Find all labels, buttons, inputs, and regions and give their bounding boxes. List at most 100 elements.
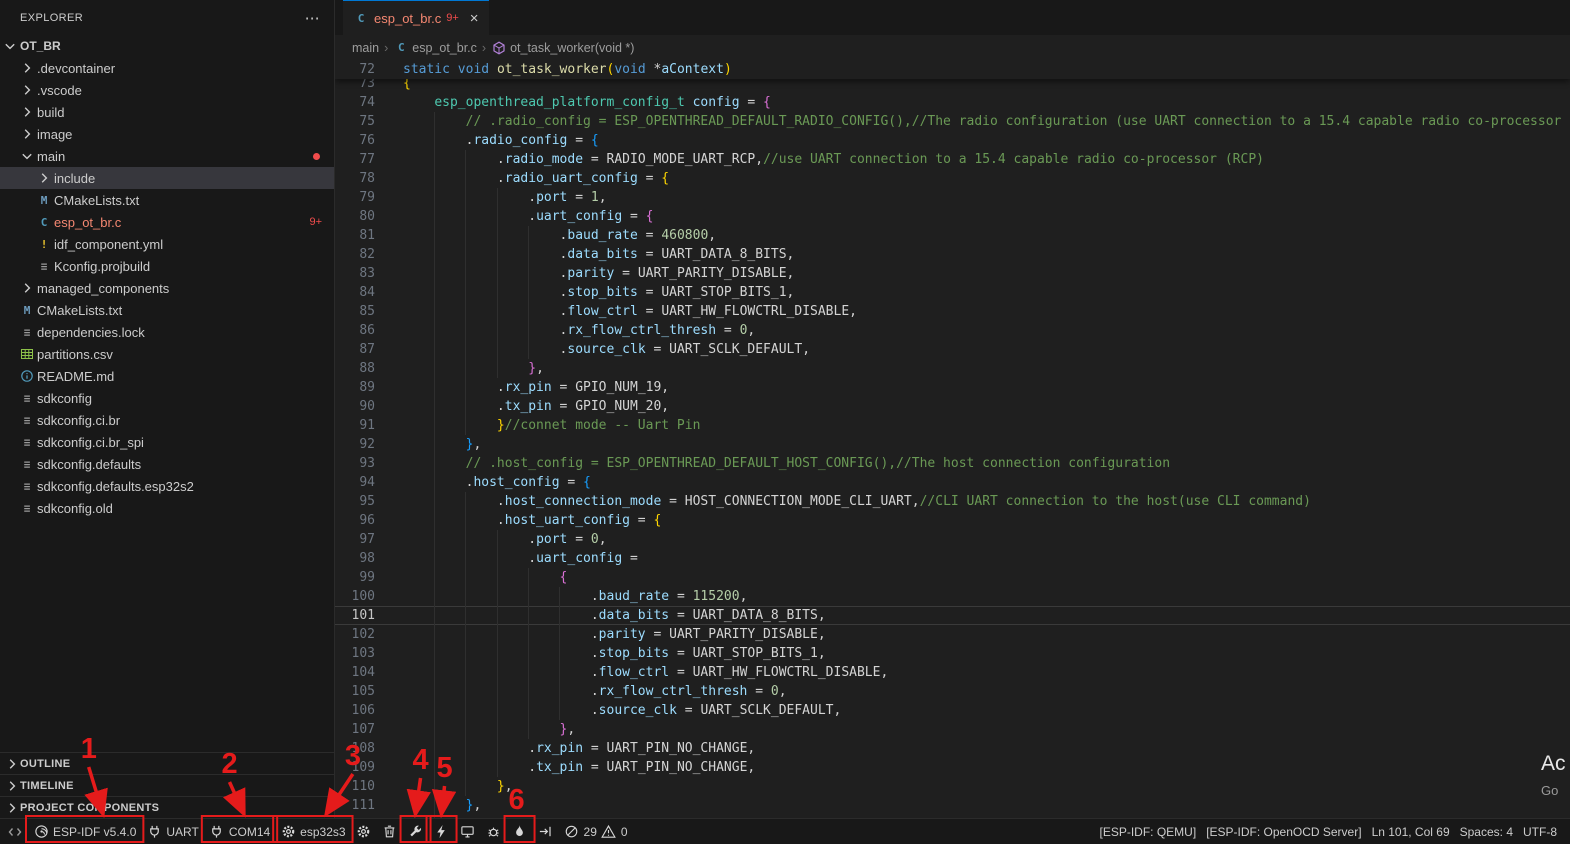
tree-file-kconfig-projbuild[interactable]: ≡Kconfig.projbuild: [0, 255, 334, 277]
line-number: 99: [335, 568, 403, 587]
indent-guide: [465, 701, 466, 720]
tree-file-cmakelists-txt[interactable]: MCMakeLists.txt: [0, 189, 334, 211]
code-line-98[interactable]: 98 .uart_config =: [335, 549, 1570, 568]
code-line-93[interactable]: 93 // .host_config = ESP_OPENTHREAD_DEFA…: [335, 454, 1570, 473]
code-line-109[interactable]: 109 .tx_pin = UART_PIN_NO_CHANGE,: [335, 758, 1570, 777]
code-line-81[interactable]: 81 .baud_rate = 460800,: [335, 226, 1570, 245]
tree-item-label: esp_ot_br.c: [54, 215, 121, 230]
code-line-92[interactable]: 92 },: [335, 435, 1570, 454]
tree-root-ot-br[interactable]: OT_BR: [0, 35, 334, 57]
code-line-74[interactable]: 74 esp_openthread_platform_config_t conf…: [335, 93, 1570, 112]
code-line-101[interactable]: 101 .data_bits = UART_DATA_8_BITS,: [335, 606, 1570, 625]
code-line-91[interactable]: 91 }//connet mode -- Uart Pin: [335, 416, 1570, 435]
tab-esp-ot-br-c[interactable]: C esp_ot_br.c 9+ ×: [343, 0, 489, 35]
breadcrumb-ot-task-worker-void[interactable]: ot_task_worker(void *): [491, 40, 634, 56]
code-line-111[interactable]: 111 },: [335, 796, 1570, 815]
code-line-110[interactable]: 110 },: [335, 777, 1570, 796]
tree-file-sdkconfig-defaults[interactable]: ≡sdkconfig.defaults: [0, 453, 334, 475]
sb-build-flash-monitor[interactable]: [507, 819, 533, 844]
code-line-77[interactable]: 77 .radio_mode = RADIO_MODE_UART_RCP,//u…: [335, 150, 1570, 169]
code-editor[interactable]: 73{74 esp_openthread_platform_config_t c…: [335, 60, 1570, 818]
code-line-102[interactable]: 102 .parity = UART_PARITY_DISABLE,: [335, 625, 1570, 644]
tree-folder-devcontainer[interactable]: .devcontainer: [0, 57, 334, 79]
line-text: },: [403, 359, 544, 378]
sb-encoding[interactable]: UTF-8: [1518, 819, 1562, 844]
code-line-90[interactable]: 90 .tx_pin = GPIO_NUM_20,: [335, 397, 1570, 416]
tree-file-sdkconfig-ci-br[interactable]: ≡sdkconfig.ci.br: [0, 409, 334, 431]
tree-folder-build[interactable]: build: [0, 101, 334, 123]
sb-indentation[interactable]: Spaces: 4: [1455, 819, 1518, 844]
code-line-100[interactable]: 100 .baud_rate = 115200,: [335, 587, 1570, 606]
section-project-components[interactable]: PROJECT COMPONENTS: [0, 796, 334, 818]
line-number: 94: [335, 473, 403, 492]
sb-cursor-position[interactable]: Ln 101, Col 69: [1367, 819, 1455, 844]
tree-item-label: sdkconfig.defaults: [37, 457, 141, 472]
code-line-103[interactable]: 103 .stop_bits = UART_STOP_BITS_1,: [335, 644, 1570, 663]
code-line-72[interactable]: 72static void ot_task_worker(void *aCont…: [335, 60, 1570, 79]
close-icon[interactable]: ×: [470, 10, 479, 27]
indent-guide: [434, 625, 435, 644]
sb-monitor[interactable]: [455, 819, 481, 844]
sb-espidf-version[interactable]: ESP-IDF v5.4.0: [28, 819, 141, 844]
code-line-95[interactable]: 95 .host_connection_mode = HOST_CONNECTI…: [335, 492, 1570, 511]
tree-file-sdkconfig[interactable]: ≡sdkconfig: [0, 387, 334, 409]
code-line-107[interactable]: 107 },: [335, 720, 1570, 739]
tree-file-sdkconfig-old[interactable]: ≡sdkconfig.old: [0, 497, 334, 519]
sb-build[interactable]: [403, 819, 429, 844]
sb-com-port[interactable]: COM14: [204, 819, 275, 844]
code-line-76[interactable]: 76 .radio_config = {: [335, 131, 1570, 150]
tree-folder-include[interactable]: include: [0, 167, 334, 189]
tree-file-dependencies-lock[interactable]: ≡dependencies.lock: [0, 321, 334, 343]
tree-folder-image[interactable]: image: [0, 123, 334, 145]
sb-openocd[interactable]: [ESP-IDF: OpenOCD Server]: [1201, 819, 1366, 844]
line-number: 110: [335, 777, 403, 796]
more-actions-icon[interactable]: ⋯: [305, 9, 320, 27]
tree-file-idf-component-yml[interactable]: !idf_component.yml: [0, 233, 334, 255]
tree-file-sdkconfig-ci-br-spi[interactable]: ≡sdkconfig.ci.br_spi: [0, 431, 334, 453]
breadcrumb-main[interactable]: main: [352, 41, 379, 55]
tree-file-cmakelists-txt[interactable]: MCMakeLists.txt: [0, 299, 334, 321]
code-line-89[interactable]: 89 .rx_pin = GPIO_NUM_19,: [335, 378, 1570, 397]
sb-full-clean[interactable]: [377, 819, 403, 844]
code-line-99[interactable]: 99 {: [335, 568, 1570, 587]
code-line-87[interactable]: 87 .source_clk = UART_SCLK_DEFAULT,: [335, 340, 1570, 359]
code-line-79[interactable]: 79 .port = 1,: [335, 188, 1570, 207]
code-line-78[interactable]: 78 .radio_uart_config = {: [335, 169, 1570, 188]
code-line-105[interactable]: 105 .rx_flow_ctrl_thresh = 0,: [335, 682, 1570, 701]
tree-file-partitions-csv[interactable]: partitions.csv: [0, 343, 334, 365]
code-line-94[interactable]: 94 .host_config = {: [335, 473, 1570, 492]
status-label: UTF-8: [1523, 825, 1557, 839]
tree-folder-managed-components[interactable]: managed_components: [0, 277, 334, 299]
section-outline[interactable]: OUTLINE: [0, 752, 334, 774]
code-line-108[interactable]: 108 .rx_pin = UART_PIN_NO_CHANGE,: [335, 739, 1570, 758]
sb-debug[interactable]: [481, 819, 507, 844]
code-line-106[interactable]: 106 .source_clk = UART_SCLK_DEFAULT,: [335, 701, 1570, 720]
section-timeline[interactable]: TIMELINE: [0, 774, 334, 796]
code-line-86[interactable]: 86 .rx_flow_ctrl_thresh = 0,: [335, 321, 1570, 340]
code-line-104[interactable]: 104 .flow_ctrl = UART_HW_FLOWCTRL_DISABL…: [335, 663, 1570, 682]
tree-file-esp-ot-br-c[interactable]: Cesp_ot_br.c9+: [0, 211, 334, 233]
tree-folder-vscode[interactable]: .vscode: [0, 79, 334, 101]
sb-qemu[interactable]: [ESP-IDF: QEMU]: [1095, 819, 1202, 844]
tree-file-readme-md[interactable]: README.md: [0, 365, 334, 387]
sb-menuconfig[interactable]: [351, 819, 377, 844]
code-line-82[interactable]: 82 .data_bits = UART_DATA_8_BITS,: [335, 245, 1570, 264]
sb-problems[interactable]: 290: [559, 819, 633, 844]
breadcrumb-esp-ot-br-c[interactable]: Cesp_ot_br.c: [393, 41, 477, 55]
code-line-80[interactable]: 80 .uart_config = {: [335, 207, 1570, 226]
tree-folder-main[interactable]: main: [0, 145, 334, 167]
line-number: 92: [335, 435, 403, 454]
code-line-88[interactable]: 88 },: [335, 359, 1570, 378]
code-line-75[interactable]: 75 // .radio_config = ESP_OPENTHREAD_DEF…: [335, 112, 1570, 131]
remote-indicator[interactable]: [2, 819, 28, 844]
code-line-85[interactable]: 85 .flow_ctrl = UART_HW_FLOWCTRL_DISABLE…: [335, 302, 1570, 321]
sb-uart[interactable]: UART: [141, 819, 203, 844]
sb-device-target[interactable]: esp32s3: [275, 819, 350, 844]
tree-file-sdkconfig-defaults-esp32s2[interactable]: ≡sdkconfig.defaults.esp32s2: [0, 475, 334, 497]
code-line-96[interactable]: 96 .host_uart_config = {: [335, 511, 1570, 530]
code-line-97[interactable]: 97 .port = 0,: [335, 530, 1570, 549]
code-line-83[interactable]: 83 .parity = UART_PARITY_DISABLE,: [335, 264, 1570, 283]
sb-flash[interactable]: [429, 819, 455, 844]
code-line-84[interactable]: 84 .stop_bits = UART_STOP_BITS_1,: [335, 283, 1570, 302]
sb-terminal[interactable]: [533, 819, 559, 844]
